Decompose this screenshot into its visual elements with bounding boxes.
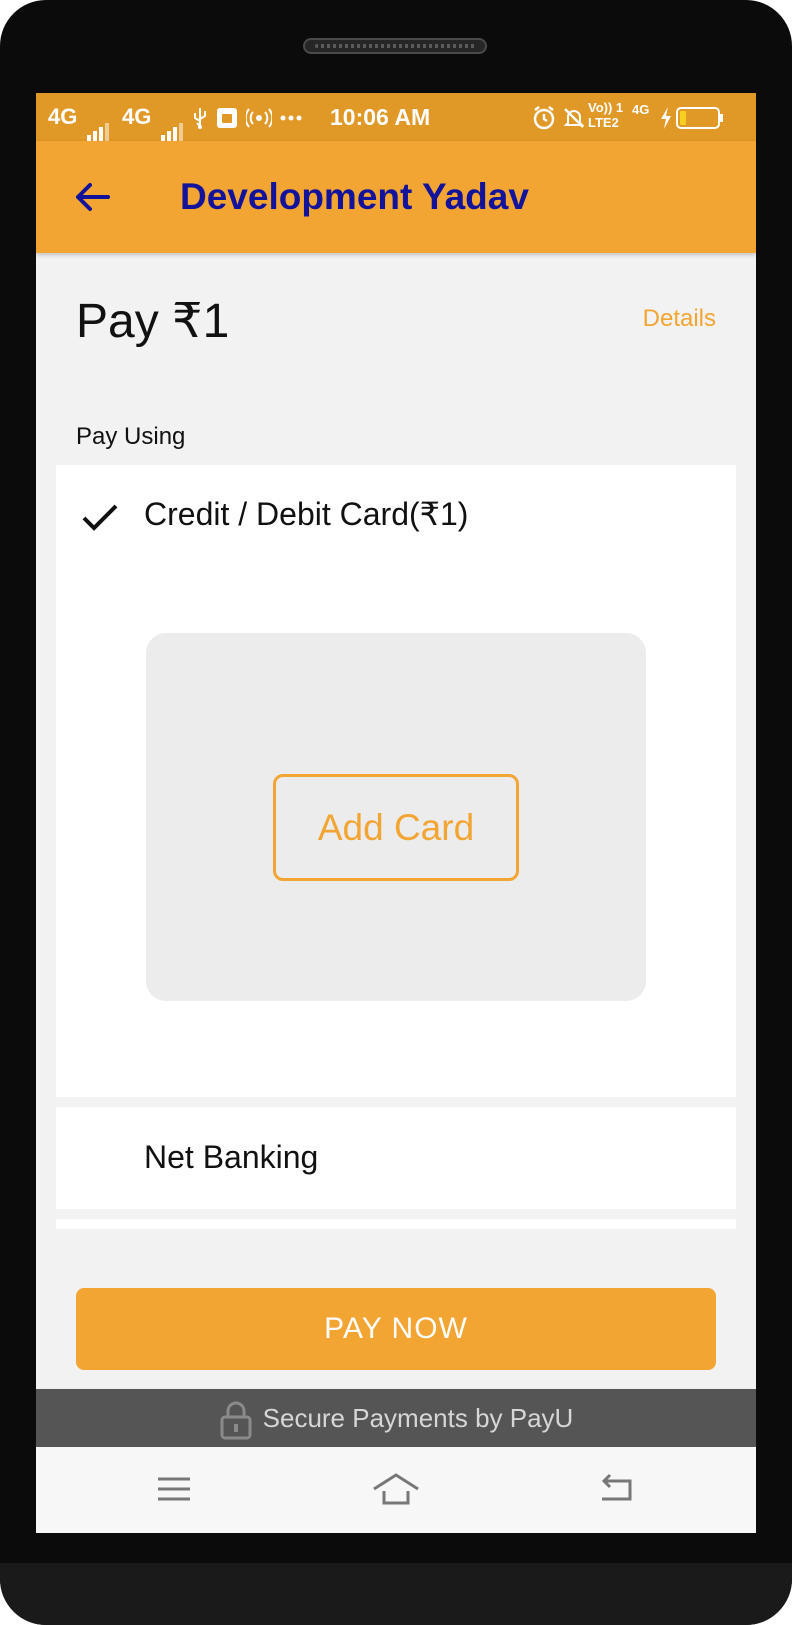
pay-now-button[interactable]: PAY NOW xyxy=(76,1288,716,1370)
secure-payments-label: Secure Payments by PayU xyxy=(262,1403,574,1433)
network-label: 4G xyxy=(632,102,650,117)
app-bar: Development Yadav xyxy=(36,141,756,253)
alarm-icon xyxy=(532,93,556,141)
hotspot-icon xyxy=(244,93,274,141)
volte-label: Vo)) 1 xyxy=(588,100,624,115)
card-placeholder: Add Card xyxy=(146,633,646,1001)
card-option-label: Credit / Debit Card(₹1) xyxy=(144,496,469,532)
clock: 10:06 AM xyxy=(330,104,431,130)
sim-icon xyxy=(216,93,238,141)
details-link[interactable]: Details xyxy=(643,305,716,333)
battery-icon xyxy=(676,93,724,141)
menu-icon[interactable] xyxy=(152,1469,196,1509)
signal-1: 4G xyxy=(48,93,111,143)
phone-speaker xyxy=(303,38,487,54)
status-bar: 4G 4G 10:06 AM Vo)) 1 LTE2 4G xyxy=(36,93,756,143)
page-title: Development Yadav xyxy=(180,176,529,217)
phone-chin xyxy=(0,1563,792,1625)
signal-2-label: 4G xyxy=(122,104,152,129)
add-card-button[interactable]: Add Card xyxy=(273,774,519,881)
net-banking-label: Net Banking xyxy=(144,1139,319,1175)
pay-amount: Pay ₹1 xyxy=(76,295,230,348)
screen: 4G 4G 10:06 AM Vo)) 1 LTE2 4G Developmen… xyxy=(36,93,756,1533)
lte-label: LTE2 xyxy=(588,115,619,130)
signal-bars-icon xyxy=(161,94,185,143)
more-options-panel xyxy=(56,1219,736,1229)
home-icon[interactable] xyxy=(372,1469,420,1509)
lock-icon xyxy=(219,1400,253,1440)
card-payment-option[interactable]: Credit / Debit Card(₹1) Add Card xyxy=(56,465,736,1097)
back-arrow-icon[interactable] xyxy=(72,181,112,213)
secure-payments-bar: Secure Payments by PayU xyxy=(36,1389,756,1447)
signal-bars-icon xyxy=(87,94,111,143)
signal-2: 4G xyxy=(122,93,185,143)
charging-icon xyxy=(660,93,672,141)
check-icon xyxy=(80,497,120,537)
pay-using-label: Pay Using xyxy=(76,423,186,450)
more-dots-icon xyxy=(280,93,302,141)
signal-1-label: 4G xyxy=(48,104,78,129)
notifications-off-icon xyxy=(562,93,586,141)
back-icon[interactable] xyxy=(594,1469,638,1509)
usb-icon xyxy=(192,93,208,141)
navigation-bar xyxy=(36,1447,756,1533)
net-banking-option[interactable]: Net Banking xyxy=(56,1107,736,1209)
